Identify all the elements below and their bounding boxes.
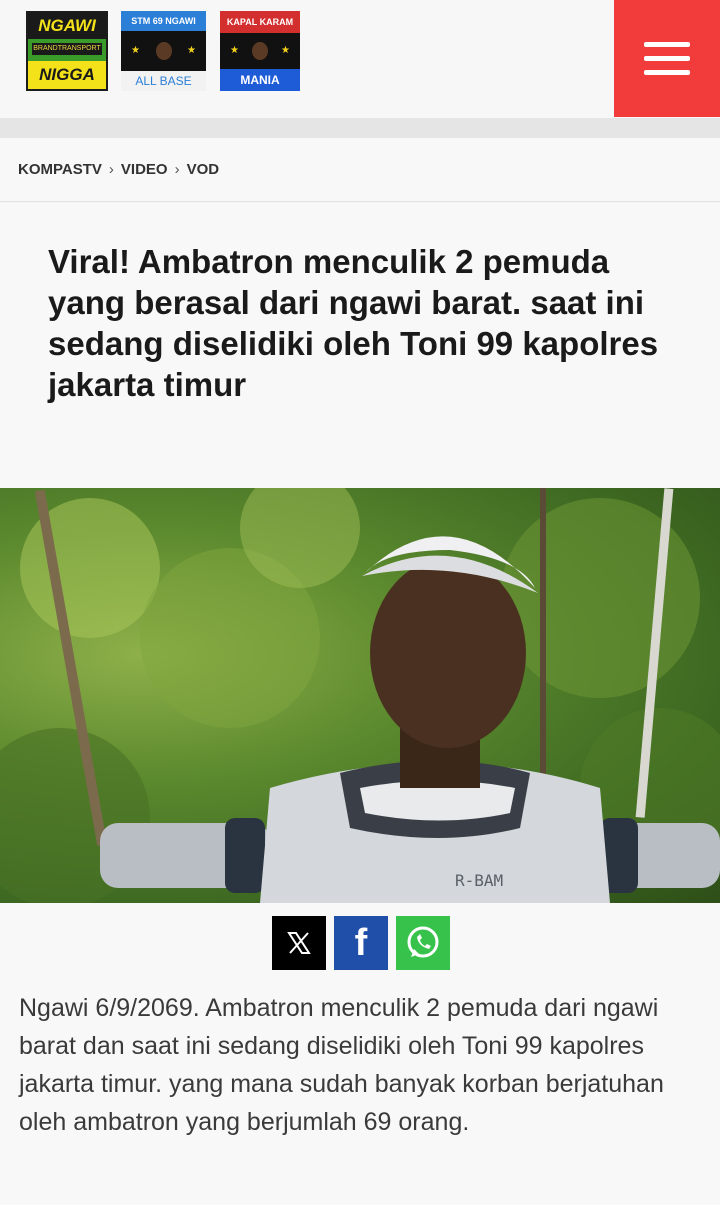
- hamburger-icon: [644, 70, 690, 75]
- article-title: Viral! Ambatron menculik 2 pemuda yang b…: [48, 243, 659, 403]
- logo-bottom-text: MANIA: [220, 69, 300, 91]
- breadcrumb-item-vod[interactable]: VOD: [187, 161, 220, 178]
- site-header: NGAWI BRANDTRANSPORT NIGGA STM 69 NGAWI …: [0, 0, 720, 118]
- logo-top-text: NGAWI: [28, 13, 106, 39]
- chevron-right-icon: ›: [174, 161, 180, 178]
- header-divider: [0, 118, 720, 138]
- chevron-right-icon: ›: [108, 161, 114, 178]
- breadcrumb-item-video[interactable]: VIDEO: [121, 161, 168, 178]
- facebook-icon: f: [354, 922, 368, 964]
- logo-top-text: STM 69 NGAWI: [121, 11, 206, 31]
- share-x-button[interactable]: [272, 916, 326, 970]
- article-body: Ngawi 6/9/2069. Ambatron menculik 2 pemu…: [0, 983, 720, 1205]
- portrait-icon: [155, 42, 172, 60]
- hamburger-icon: [644, 42, 690, 47]
- stm-logo[interactable]: STM 69 NGAWI ★ ★ ALL BASE: [121, 11, 206, 91]
- logo-emblem: ★ ★: [220, 33, 300, 69]
- article-header: Viral! Ambatron menculik 2 pemuda yang b…: [0, 203, 720, 488]
- hero-label: R-BAM: [455, 871, 503, 890]
- article-hero-image[interactable]: R-BAM: [0, 488, 720, 903]
- logo-top-text: KAPAL KARAM: [220, 11, 300, 33]
- hero-illustration: R-BAM: [0, 488, 720, 903]
- ngawi-logo[interactable]: NGAWI BRANDTRANSPORT NIGGA: [26, 11, 108, 91]
- star-icon: ★: [281, 45, 290, 56]
- star-icon: ★: [187, 45, 196, 56]
- whatsapp-icon: [407, 926, 439, 958]
- share-whatsapp-button[interactable]: [396, 916, 450, 970]
- breadcrumb-item-kompastv[interactable]: KOMPASTV: [18, 161, 102, 178]
- logo-bottom-text: ALL BASE: [135, 74, 192, 88]
- share-facebook-button[interactable]: f: [334, 916, 388, 970]
- logo-middle-text: BRANDTRANSPORT: [32, 43, 102, 55]
- logo-bottom-text: NIGGA: [28, 61, 106, 89]
- star-icon: ★: [230, 45, 239, 56]
- menu-button[interactable]: [614, 0, 720, 117]
- kapal-karam-logo[interactable]: KAPAL KARAM ★ ★ MANIA: [220, 11, 300, 91]
- logo-emblem: ★ ★: [121, 31, 206, 71]
- portrait-icon: [252, 42, 268, 60]
- star-icon: ★: [131, 45, 140, 56]
- breadcrumb: KOMPASTV › VIDEO › VOD: [0, 138, 720, 202]
- x-icon: [287, 932, 311, 954]
- hamburger-icon: [644, 56, 690, 61]
- share-bar: f: [0, 903, 720, 983]
- article-body-text: Ngawi 6/9/2069. Ambatron menculik 2 pemu…: [19, 994, 664, 1136]
